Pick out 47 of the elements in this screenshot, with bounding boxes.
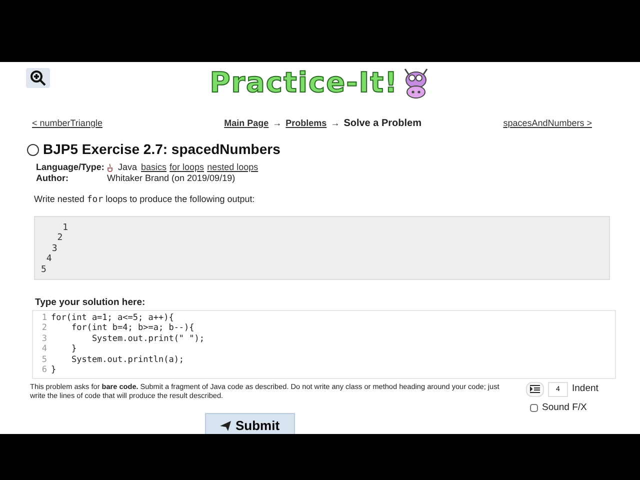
tag-link[interactable]: basics: [141, 162, 167, 173]
solution-label: Type your solution here:: [34, 296, 146, 310]
output-line: 4: [46, 254, 53, 264]
line-number: 2: [40, 323, 47, 334]
code-line: System.out.print(" ");: [90, 334, 205, 344]
zoom-in-icon: [30, 70, 46, 86]
sound-label: Sound F/X: [542, 400, 587, 415]
code-line: for(int a=1; a<=5; a++){: [51, 312, 174, 323]
sound-checkbox[interactable]: [530, 404, 538, 412]
line-number: 5: [40, 354, 47, 366]
next-problem-link[interactable]: spacesAndNumbers >: [503, 116, 592, 130]
code-editor[interactable]: 1 for(int a=1; a<=5; a++){ 2 for(int b=4; b>=a; b--){ 3 System.out.print(" "); 4 } 5 System.out.println(a); 6 }: [32, 310, 616, 379]
output-line: 5: [41, 264, 48, 275]
logo-text: Practice-It!: [210, 69, 398, 97]
zoom-in-button[interactable]: [26, 68, 50, 88]
breadcrumb-current: Solve a Problem: [344, 117, 422, 131]
indent-label: Indent: [572, 382, 598, 396]
tag-link[interactable]: nested loops: [207, 162, 258, 173]
code-line: }: [51, 365, 56, 376]
breadcrumb-link[interactable]: Main Page: [224, 116, 269, 130]
output-line: 1: [62, 222, 70, 233]
java-cup-icon: [107, 162, 114, 173]
code-line: System.out.println(a);: [70, 354, 184, 365]
code-line: for(int b=4; b>=a; b--){: [70, 323, 194, 334]
problem-description: Write nested for loops to produce the following output:: [33, 193, 256, 207]
breadcrumb-link[interactable]: Problems: [286, 116, 327, 130]
language-label: Language/Type:: [36, 162, 106, 173]
tag-link[interactable]: for loops: [170, 162, 204, 173]
problem-title: BJP5 Exercise 2.7: spacedNumbers: [43, 140, 280, 159]
output-line: 2: [57, 233, 64, 244]
line-number: 3: [40, 334, 47, 344]
cow-mascot-icon: [402, 66, 430, 100]
submit-button[interactable]: Submit: [205, 413, 295, 434]
language-value: Java: [118, 162, 138, 173]
output-line: 3: [52, 244, 58, 254]
line-number: 6: [40, 365, 47, 376]
indent-button[interactable]: [526, 382, 544, 397]
send-icon: [220, 420, 232, 431]
author-label: Author:: [36, 173, 70, 184]
code-line: }: [70, 344, 77, 354]
line-number: 4: [40, 344, 47, 355]
breadcrumb-separator: →: [272, 116, 282, 130]
breadcrumb-separator: →: [330, 116, 340, 130]
indent-icon: [530, 385, 540, 394]
line-number: 1: [40, 312, 47, 324]
author-value: Whitaker Brand (on 2019/09/19): [107, 173, 236, 184]
previous-problem-link[interactable]: < numberTriangle: [32, 116, 102, 130]
